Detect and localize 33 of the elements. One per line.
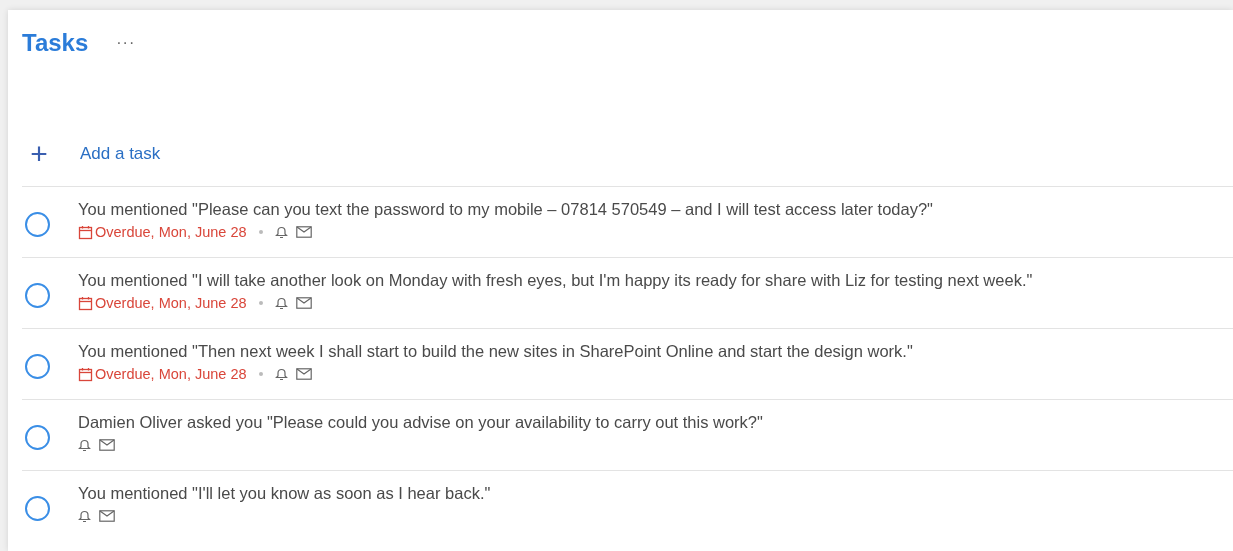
add-task-button[interactable]: + Add a task xyxy=(22,132,161,176)
mail-icon xyxy=(99,439,115,451)
due-date: Overdue, Mon, June 28 xyxy=(95,224,247,240)
task-title[interactable]: Damien Oliver asked you "Please could you advise on your availability to carry out this work?" xyxy=(78,413,763,432)
mail-icon xyxy=(99,510,115,522)
due-date: Overdue, Mon, June 28 xyxy=(95,366,247,382)
calendar-icon xyxy=(78,295,93,311)
calendar-icon xyxy=(78,224,93,240)
task-title[interactable]: You mentioned "Please can you text the password to my mobile – 07814 570549 – and I will test access later today?" xyxy=(78,200,933,219)
separator-dot xyxy=(258,301,263,305)
bell-icon xyxy=(78,438,91,452)
mail-icon xyxy=(295,297,312,309)
more-button[interactable]: ··· xyxy=(112,34,140,52)
bell-icon xyxy=(274,296,288,310)
mail-icon xyxy=(295,368,312,380)
bell-icon xyxy=(274,367,288,381)
plus-icon: + xyxy=(26,139,52,169)
bell-icon xyxy=(274,225,288,239)
due-date: Overdue, Mon, June 28 xyxy=(95,295,247,311)
calendar-icon xyxy=(78,366,93,382)
task-checkbox[interactable] xyxy=(25,212,50,237)
page-title: Tasks xyxy=(22,29,89,57)
task-checkbox[interactable] xyxy=(25,496,50,521)
separator-dot xyxy=(258,372,263,376)
bell-icon xyxy=(78,509,91,523)
task-title[interactable]: You mentioned "I'll let you know as soon as I hear back." xyxy=(78,484,491,503)
separator-dot xyxy=(258,230,263,234)
task-title[interactable]: You mentioned "Then next week I shall start to build the new sites in SharePoint Online and start the design work." xyxy=(78,342,913,361)
task-title[interactable]: You mentioned "I will take another look on Monday with fresh eyes, but I'm happy its ready for share with Liz for testing next week." xyxy=(78,271,1033,290)
mail-icon xyxy=(295,226,312,238)
task-checkbox[interactable] xyxy=(25,283,50,308)
task-checkbox[interactable] xyxy=(25,425,50,450)
task-checkbox[interactable] xyxy=(25,354,50,379)
